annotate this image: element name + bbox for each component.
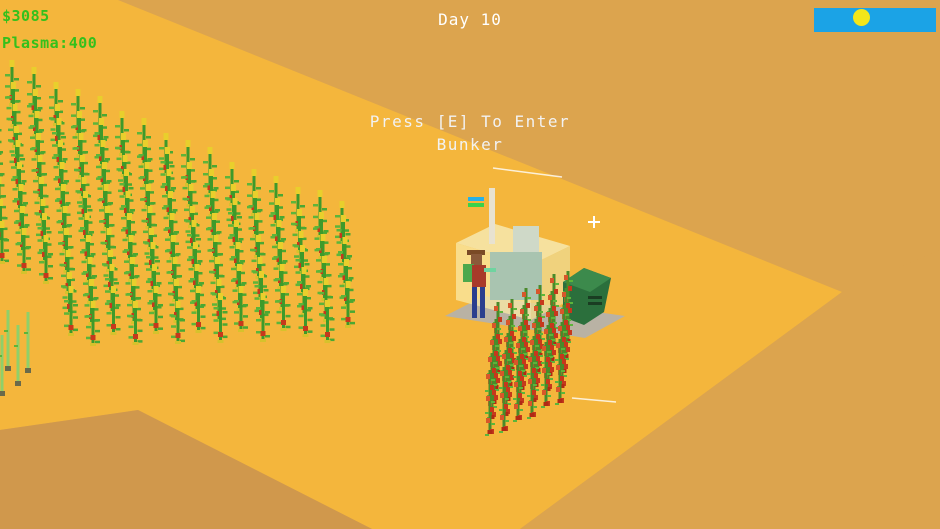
sun-icon — [853, 9, 870, 26]
bunker-console — [513, 226, 539, 252]
bunker-machine — [490, 252, 542, 300]
plasma-gun — [484, 268, 496, 272]
bunker-status-icon-2 — [468, 203, 484, 207]
farmer-head — [471, 254, 482, 265]
tank-vent-2 — [588, 302, 602, 305]
bunker-status-icon — [468, 197, 484, 201]
farmer-leg — [472, 287, 477, 318]
enter-bunker-prompt: Press [E] To Enter Bunker — [369, 112, 571, 154]
game-world — [0, 0, 940, 529]
day-counter: Day 10 — [438, 10, 502, 29]
day-cycle-bar — [814, 8, 936, 32]
plasma-counter: Plasma:400 — [2, 34, 98, 52]
farmer-leg-2 — [480, 287, 485, 318]
farmer-body — [472, 265, 486, 287]
tank-vent — [588, 296, 602, 299]
antenna-mast — [489, 188, 495, 244]
